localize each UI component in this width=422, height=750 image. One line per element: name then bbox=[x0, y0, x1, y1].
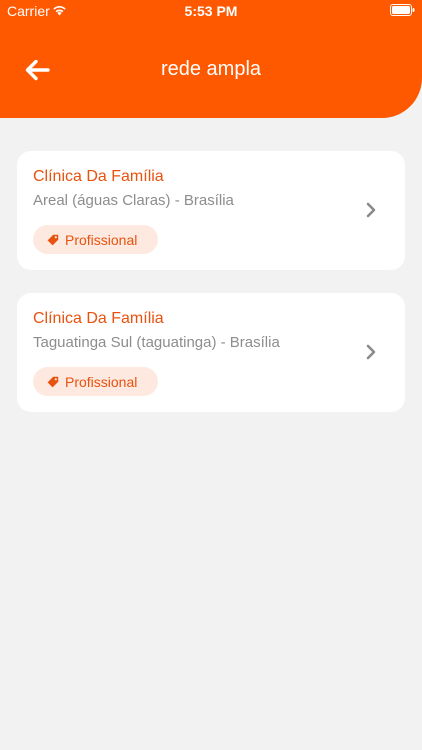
tag-icon bbox=[47, 234, 59, 245]
chevron-right-icon bbox=[366, 202, 376, 218]
battery-icon bbox=[390, 4, 415, 16]
category-tag: Profissional bbox=[33, 225, 158, 254]
tag-label: Profissional bbox=[65, 231, 138, 248]
clinic-location: Taguatinga Sul (taguatinga) - Brasília bbox=[33, 334, 280, 351]
header: Carrier 5:53 PM rede ampla bbox=[0, 0, 422, 118]
page-title: rede ampla bbox=[160, 58, 262, 80]
tag-label: Profissional bbox=[65, 373, 138, 390]
clinic-card[interactable]: Clínica Da Família Taguatinga Sul (tagua… bbox=[17, 293, 405, 412]
clinic-card[interactable]: Clínica Da Família Areal (águas Claras) … bbox=[17, 151, 405, 270]
clock: 5:53 PM bbox=[184, 3, 238, 19]
tag-icon bbox=[47, 376, 59, 387]
clinic-location: Areal (águas Claras) - Brasília bbox=[33, 192, 234, 209]
clinic-name: Clínica Da Família bbox=[33, 168, 164, 185]
screen: Carrier 5:53 PM rede ampla Clínica Da Fa… bbox=[0, 0, 422, 750]
chevron-right-icon bbox=[366, 344, 376, 360]
status-bar: Carrier 5:53 PM bbox=[0, 0, 422, 22]
clinic-name: Clínica Da Família bbox=[33, 310, 164, 327]
category-tag: Profissional bbox=[33, 367, 158, 396]
